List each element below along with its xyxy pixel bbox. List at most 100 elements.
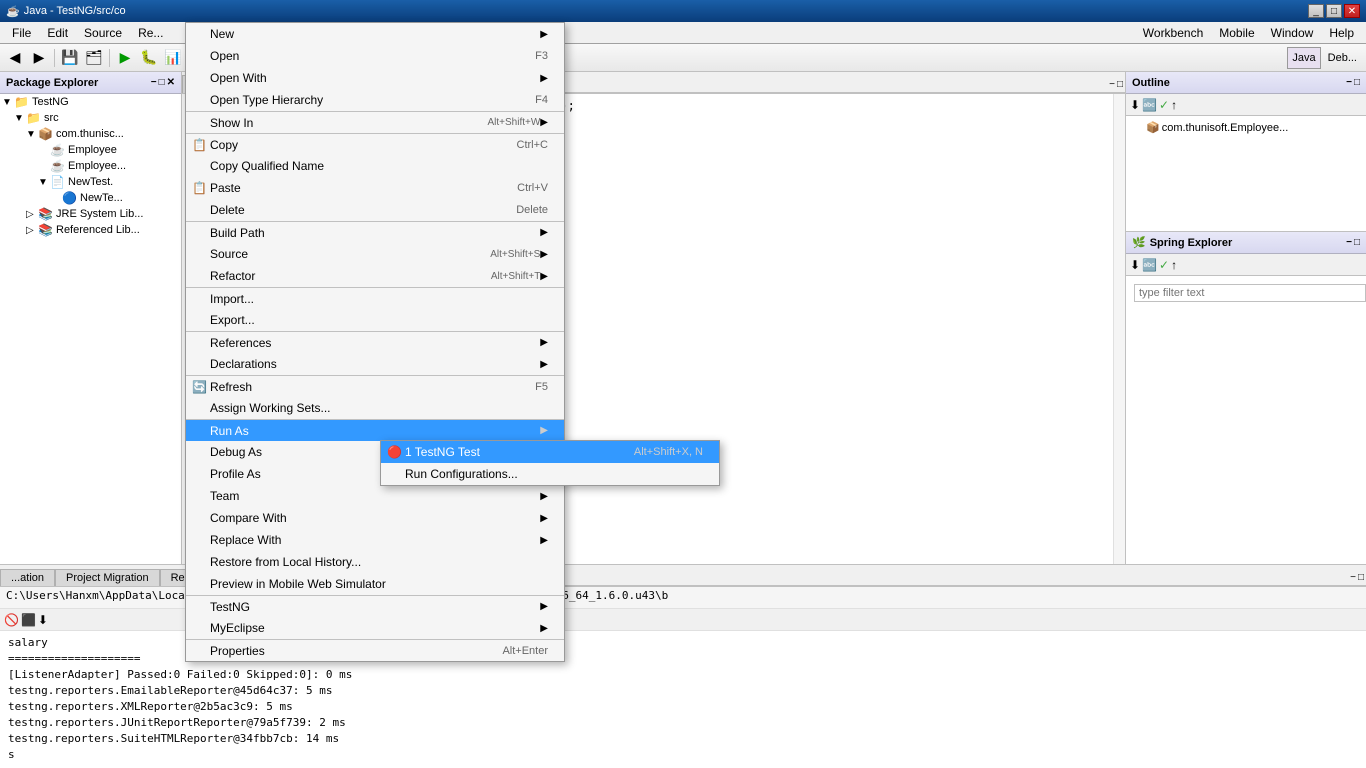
spring-minimize[interactable]: −	[1346, 237, 1352, 248]
tab-ation[interactable]: ...ation	[0, 569, 55, 586]
outline-toolbar: ⬇ 🔤 ✓ ↑	[1126, 94, 1366, 116]
ctx-paste[interactable]: 📋PasteCtrl+V	[186, 177, 564, 199]
tab-project-migration[interactable]: Project Migration	[55, 569, 160, 586]
spring-maximize[interactable]: □	[1354, 237, 1360, 248]
menu-mobile[interactable]: Mobile	[1211, 24, 1262, 42]
ctx-myeclipse[interactable]: MyEclipse▶	[186, 617, 564, 639]
window-title: Java - TestNG/src/co	[24, 5, 126, 17]
spring-tool4[interactable]: ↑	[1171, 258, 1177, 272]
tree-jre[interactable]: ▷ 📚 JRE System Lib...	[0, 206, 181, 222]
ctx-preview[interactable]: Preview in Mobile Web Simulator	[186, 573, 564, 595]
outline-tool2[interactable]: 🔤	[1142, 98, 1157, 112]
spring-icon: 🌿	[1132, 236, 1146, 249]
ctx-export[interactable]: Export...	[186, 309, 564, 331]
submenu-run-configs[interactable]: Run Configurations...	[381, 463, 719, 485]
ctx-restore[interactable]: Restore from Local History...	[186, 551, 564, 573]
outline-tool1[interactable]: ⬇	[1130, 98, 1140, 112]
console-stop[interactable]: ⬛	[21, 613, 36, 627]
console-clear[interactable]: 🚫	[4, 613, 19, 627]
toolbar-back[interactable]: ◀	[4, 47, 26, 69]
package-explorer-close[interactable]: ✕	[167, 77, 175, 88]
console-maximize[interactable]: □	[1358, 572, 1364, 583]
tree-src[interactable]: ▼ 📁 src	[0, 110, 181, 126]
console-line-xml: testng.reporters.XMLReporter@2b5ac3c9: 5…	[8, 699, 1358, 715]
tree-employee1[interactable]: ☕ Employee	[0, 142, 181, 158]
toolbar-sep1	[54, 49, 55, 67]
ctx-assign[interactable]: Assign Working Sets...	[186, 397, 564, 419]
menu-window[interactable]: Window	[1263, 24, 1322, 42]
console-line-junit: testng.reporters.JUnitReportReporter@79a…	[8, 715, 1358, 731]
toolbar-save-all[interactable]: 🗂	[83, 47, 105, 69]
minimize-button[interactable]: _	[1308, 4, 1324, 18]
tree-newte-child[interactable]: 🔵 NewTe...	[0, 190, 181, 206]
ctx-import[interactable]: Import...	[186, 287, 564, 309]
ctx-copy-qualified[interactable]: Copy Qualified Name	[186, 155, 564, 177]
ctx-replace[interactable]: Replace With▶	[186, 529, 564, 551]
close-button[interactable]: ✕	[1344, 4, 1360, 18]
toolbar-run[interactable]: ▶	[114, 47, 136, 69]
ctx-run-as[interactable]: Run As▶	[186, 419, 564, 441]
spring-toolbar: ⬇ 🔤 ✓ ↑	[1126, 254, 1366, 276]
spring-explorer-title: Spring Explorer	[1150, 237, 1233, 249]
toolbar-debug-perspective[interactable]: Deb...	[1323, 47, 1362, 69]
ctx-properties[interactable]: PropertiesAlt+Enter	[186, 639, 564, 661]
menu-help[interactable]: Help	[1321, 24, 1362, 42]
ctx-open[interactable]: OpenF3	[186, 45, 564, 67]
editor-minimize[interactable]: −	[1109, 79, 1115, 90]
ctx-delete[interactable]: DeleteDelete	[186, 199, 564, 221]
ctx-build-path[interactable]: Build Path▶	[186, 221, 564, 243]
ctx-source[interactable]: SourceAlt+Shift+S▶	[186, 243, 564, 265]
ctx-new[interactable]: New▶	[186, 23, 564, 45]
menu-source[interactable]: Source	[76, 24, 130, 42]
toolbar-sep2	[109, 49, 110, 67]
ctx-references[interactable]: References▶	[186, 331, 564, 353]
ctx-team[interactable]: Team▶	[186, 485, 564, 507]
outline-panel: Outline − □ ⬇ 🔤 ✓ ↑ 📦 com.th	[1126, 72, 1366, 232]
spring-explorer-panel: 🌿 Spring Explorer − □ ⬇ 🔤 ✓ ↑	[1126, 232, 1366, 564]
spring-filter-input[interactable]	[1134, 284, 1366, 302]
ctx-show-in[interactable]: Show InAlt+Shift+W▶	[186, 111, 564, 133]
console-minimize[interactable]: −	[1350, 572, 1356, 583]
tree-reflib[interactable]: ▷ 📚 Referenced Lib...	[0, 222, 181, 238]
menu-re[interactable]: Re...	[130, 24, 171, 42]
ctx-copy[interactable]: 📋CopyCtrl+C	[186, 133, 564, 155]
outline-tool4[interactable]: ↑	[1171, 98, 1177, 112]
package-explorer-minimize[interactable]: −	[151, 77, 157, 88]
menu-workbench[interactable]: Workbench	[1135, 24, 1211, 42]
toolbar-debug[interactable]: 🐛	[138, 47, 160, 69]
ctx-testng[interactable]: TestNG▶	[186, 595, 564, 617]
tree-testng[interactable]: ▼ 📁 TestNG	[0, 94, 181, 110]
ctx-declarations[interactable]: Declarations▶	[186, 353, 564, 375]
console-scroll[interactable]: ⬇	[38, 613, 48, 627]
ctx-refresh[interactable]: 🔄RefreshF5	[186, 375, 564, 397]
console-line-suite: testng.reporters.SuiteHTMLReporter@34fbb…	[8, 731, 1358, 747]
ctx-open-with[interactable]: Open With▶	[186, 67, 564, 89]
ctx-compare[interactable]: Compare With▶	[186, 507, 564, 529]
tree-newtest[interactable]: ▼ 📄 NewTest.	[0, 174, 181, 190]
package-explorer-maximize[interactable]: □	[159, 77, 165, 88]
tree-com-package[interactable]: ▼ 📦 com.thunisc...	[0, 126, 181, 142]
outline-tool3[interactable]: ✓	[1159, 98, 1169, 112]
outline-maximize[interactable]: □	[1354, 77, 1360, 88]
tree-employee2[interactable]: ☕ Employee...	[0, 158, 181, 174]
spring-explorer-header: 🌿 Spring Explorer − □	[1126, 232, 1366, 254]
outline-item[interactable]: 📦 com.thunisoft.Employee...	[1132, 120, 1360, 135]
ctx-refactor[interactable]: RefactorAlt+Shift+T▶	[186, 265, 564, 287]
toolbar-forward[interactable]: ▶	[28, 47, 50, 69]
outline-header: Outline − □	[1126, 72, 1366, 94]
outline-minimize[interactable]: −	[1346, 77, 1352, 88]
title-bar: ☕ Java - TestNG/src/co _ □ ✕	[0, 0, 1366, 22]
toolbar-java-perspective[interactable]: Java	[1287, 47, 1320, 69]
spring-tool1[interactable]: ⬇	[1130, 258, 1140, 272]
maximize-button[interactable]: □	[1326, 4, 1342, 18]
ctx-open-type[interactable]: Open Type HierarchyF4	[186, 89, 564, 111]
submenu-testng-test[interactable]: 🔴 1 TestNG Test Alt+Shift+X, N	[381, 441, 719, 463]
menu-edit[interactable]: Edit	[39, 24, 76, 42]
spring-tool2[interactable]: 🔤	[1142, 258, 1157, 272]
spring-tool3[interactable]: ✓	[1159, 258, 1169, 272]
editor-maximize[interactable]: □	[1117, 79, 1123, 90]
toolbar-save[interactable]: 💾	[59, 47, 81, 69]
toolbar-profile[interactable]: 📊	[162, 47, 184, 69]
right-panel: Outline − □ ⬇ 🔤 ✓ ↑ 📦 com.th	[1126, 72, 1366, 564]
menu-file[interactable]: File	[4, 24, 39, 42]
